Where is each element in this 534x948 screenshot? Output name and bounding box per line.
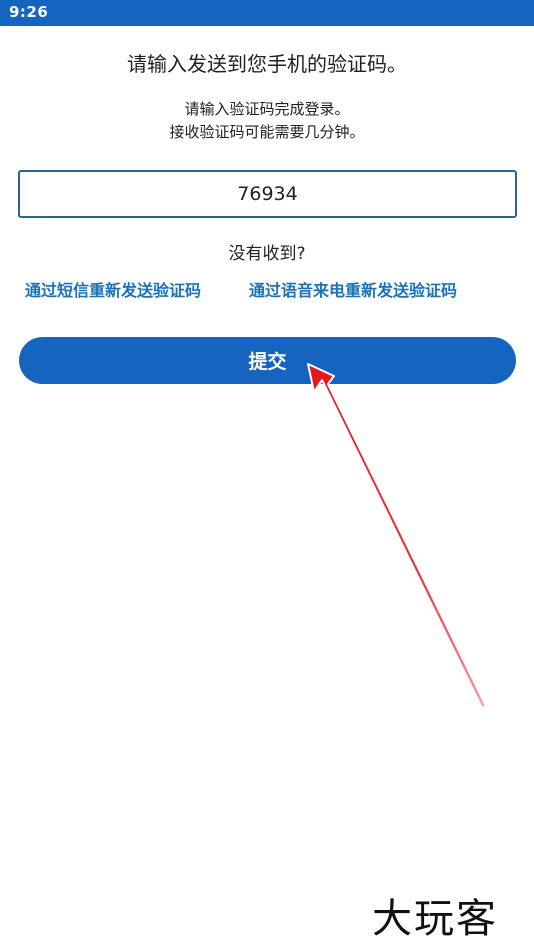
watermark-logo: 大玩客 [372,896,498,942]
instruction-line-1: 请输入验证码完成登录。 [184,100,350,118]
instruction-line-2: 接收验证码可能需要几分钟。 [169,123,365,141]
red-pointer-arrow-icon [307,363,487,709]
not-received-label: 没有收到? [228,244,306,264]
submit-button[interactable]: 提交 [19,337,516,384]
resend-sms-link[interactable]: 通过短信重新发送验证码 [25,277,201,301]
status-time: 9:26 [9,3,49,21]
verification-code-input[interactable] [18,170,517,218]
status-bar: 9:26 [0,0,534,26]
page-title: 请输入发送到您手机的验证码。 [127,52,407,76]
resend-voice-link[interactable]: 通过语音来电重新发送验证码 [249,277,457,301]
